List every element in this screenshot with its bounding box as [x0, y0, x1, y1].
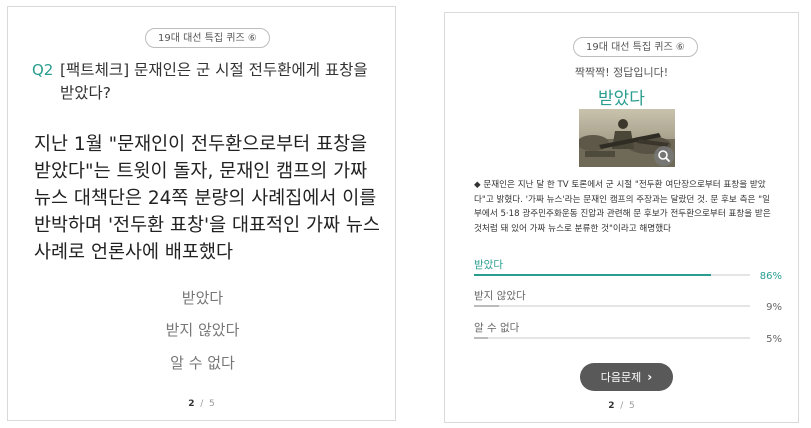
zoom-button[interactable]: [654, 146, 674, 166]
result-bar-fill: [474, 337, 488, 339]
result-label: 알 수 없다: [474, 322, 520, 334]
result-row: 받지 않았다 9%: [474, 288, 782, 318]
question-body: 지난 1월 "문재인이 전두환으로부터 표창을 받았다"는 트윗이 돌자, 문재…: [34, 134, 380, 263]
pager-separator: /: [620, 401, 624, 411]
option-unknown[interactable]: 알 수 없다: [8, 352, 397, 373]
result-bar-track: [474, 305, 750, 307]
result-bar-fill: [474, 274, 712, 276]
pager: 2 / 5: [8, 399, 395, 409]
next-button-label: 다음문제: [600, 371, 642, 384]
result-label: 받았다: [474, 259, 503, 271]
correct-answer: 받았다: [598, 89, 645, 109]
answer-explanation: ◆ 문재인은 지난 달 한 TV 토론에서 군 시절 "전두환 여단장으로부터 …: [474, 180, 771, 234]
option-received[interactable]: 받았다: [8, 287, 397, 308]
result-bar-track: [474, 337, 750, 339]
answer-photo[interactable]: [579, 109, 675, 167]
result-label: 받지 않았다: [474, 290, 526, 302]
question-number: Q2: [32, 61, 54, 79]
pager-total: 5: [209, 399, 215, 409]
result-row: 알 수 없다 5%: [474, 320, 782, 350]
quiz-badge: 19대 대선 특집 퀴즈 ⑥: [145, 28, 270, 48]
result-percent: 5%: [766, 334, 782, 345]
magnifier-icon: [658, 150, 670, 162]
pager: 2 / 5: [445, 401, 798, 411]
option-not-received[interactable]: 받지 않았다: [8, 319, 397, 340]
pager-total: 5: [629, 401, 635, 411]
pager-current: 2: [608, 401, 615, 411]
next-question-button[interactable]: 다음문제 ›: [580, 363, 673, 391]
result-percent: 86%: [759, 271, 782, 282]
chevron-right-icon: ›: [647, 370, 653, 384]
pager-current: 2: [188, 399, 195, 409]
pager-separator: /: [200, 399, 204, 409]
result-row: 받았다 86%: [474, 257, 782, 287]
question-title: [팩트체크] 문재인은 군 시절 전두환에게 표창을 받았다?: [60, 61, 368, 102]
quiz-badge: 19대 대선 특집 퀴즈 ⑥: [573, 37, 698, 57]
result-percent: 9%: [766, 302, 782, 313]
result-bar-fill: [474, 305, 499, 307]
result-bar-track: [474, 274, 750, 276]
correct-message: 짝짝짝! 정답입니다!: [574, 66, 669, 79]
answer-card: 19대 대선 특집 퀴즈 ⑥ 짝짝짝! 정답입니다! 받았다 ◆ 문재인은 지난…: [444, 12, 799, 423]
question-card: 19대 대선 특집 퀴즈 ⑥ Q2 [팩트체크] 문재인은 군 시절 전두환에게…: [7, 6, 396, 421]
